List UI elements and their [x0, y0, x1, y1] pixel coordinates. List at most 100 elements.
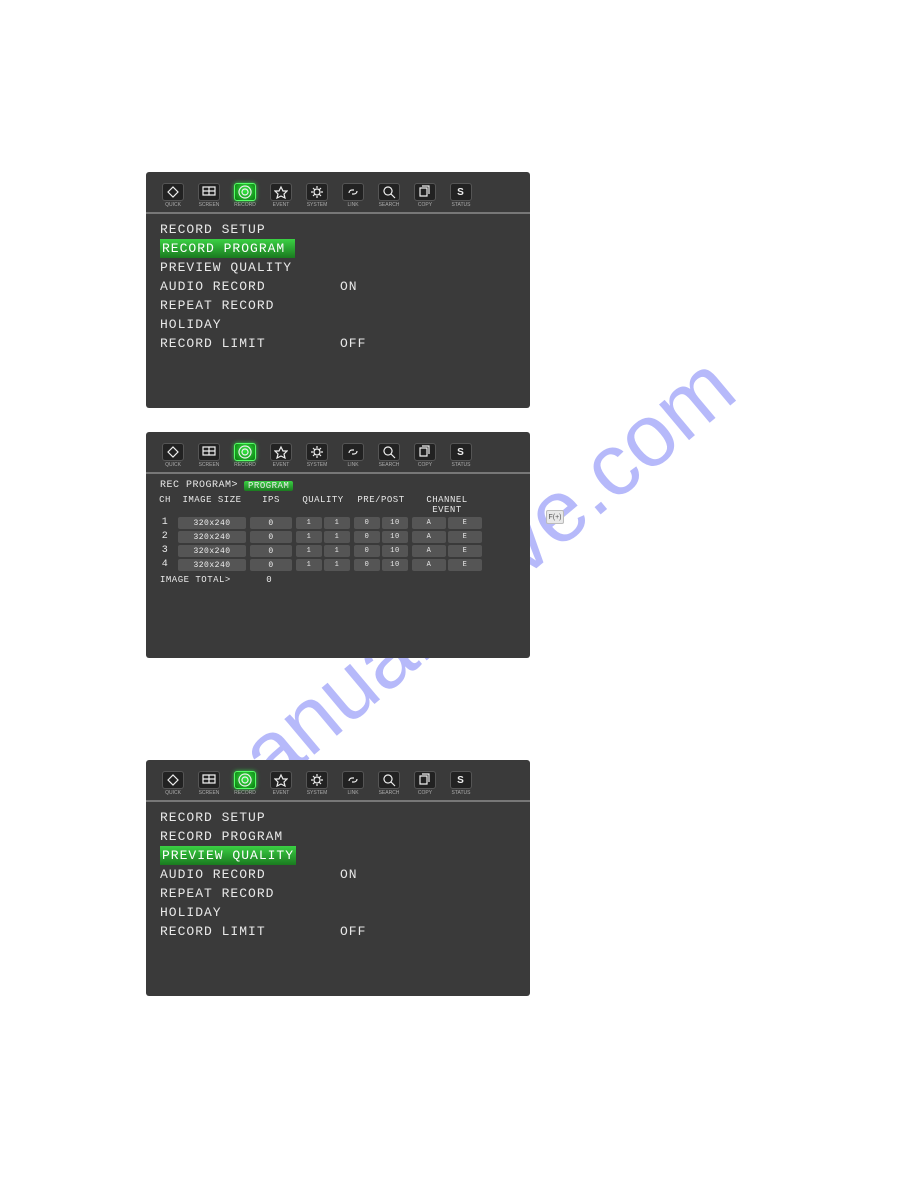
- toolbar-item-event[interactable]: EVENT: [266, 183, 296, 208]
- toolbar-item-copy[interactable]: COPY: [410, 771, 440, 796]
- toolbar-item-search[interactable]: SEARCH: [374, 771, 404, 796]
- rec-image-size[interactable]: 320x240: [178, 531, 246, 543]
- rec-channel-event[interactable]: AE: [412, 545, 482, 557]
- menu-label: REPEAT RECORD: [160, 296, 340, 315]
- toolbar-item-link[interactable]: LINK: [338, 183, 368, 208]
- menu-row-preview-quality[interactable]: PREVIEW QUALITY: [160, 258, 516, 277]
- menu-row-record-setup[interactable]: RECORD SETUP: [160, 220, 516, 239]
- toolbar-item-copy[interactable]: COPY: [410, 443, 440, 468]
- screen-icon: [198, 183, 220, 201]
- menu-body-1: RECORD SETUPRECORD PROGRAMPREVIEW QUALIT…: [146, 220, 530, 353]
- toolbar-item-system[interactable]: SYSTEM: [302, 443, 332, 468]
- menu-label: RECORD PROGRAM: [160, 239, 295, 258]
- toolbar-label: SEARCH: [379, 790, 400, 796]
- menu-row-record-setup[interactable]: RECORD SETUP: [160, 808, 516, 827]
- rec-ips[interactable]: 0: [250, 559, 292, 571]
- rec-ips[interactable]: 0: [250, 517, 292, 529]
- rec-row-ch2[interactable]: 2320x240011010AE: [156, 531, 520, 543]
- menu-value: OFF: [340, 922, 366, 941]
- toolbar-label: SEARCH: [379, 462, 400, 468]
- toolbar-label: EVENT: [273, 462, 290, 468]
- toolbar-item-status[interactable]: SSTATUS: [446, 183, 476, 208]
- menu-label: AUDIO RECORD: [160, 865, 340, 884]
- record-setup-panel-1: QUICKSCREEN RECORD EVENTSYSTEM LINK SEARCH CO…: [146, 172, 530, 408]
- rec-image-size[interactable]: 320x240: [178, 517, 246, 529]
- toolbar-item-quick[interactable]: QUICK: [158, 183, 188, 208]
- screen-icon: [198, 771, 220, 789]
- rec-program-badge[interactable]: PROGRAM: [244, 481, 293, 491]
- toolbar-label: STATUS: [452, 790, 471, 796]
- toolbar-item-record[interactable]: RECORD: [230, 771, 260, 796]
- menu-value: OFF: [340, 334, 366, 353]
- toolbar-item-status[interactable]: SSTATUS: [446, 443, 476, 468]
- rec-row-ch4[interactable]: 4320x240011010AE: [156, 559, 520, 571]
- menu-row-holiday[interactable]: HOLIDAY: [160, 315, 516, 334]
- toolbar-item-record[interactable]: RECORD: [230, 443, 260, 468]
- toolbar-item-search[interactable]: SEARCH: [374, 183, 404, 208]
- toolbar-item-system[interactable]: SYSTEM: [302, 771, 332, 796]
- toolbar-item-event[interactable]: EVENT: [266, 771, 296, 796]
- menu-label: RECORD SETUP: [160, 220, 340, 239]
- search-icon: [378, 183, 400, 201]
- rec-quality[interactable]: 11: [296, 545, 350, 557]
- toolbar: QUICKSCREEN RECORD EVENT SYSTEM LINK SEARCH CO…: [146, 760, 530, 802]
- status-icon: S: [450, 771, 472, 789]
- toolbar-item-screen[interactable]: SCREEN: [194, 771, 224, 796]
- rec-program-title: REC PROGRAM>: [160, 480, 238, 491]
- screen-icon: [198, 443, 220, 461]
- col-image-size: IMAGE SIZE: [178, 495, 246, 515]
- toolbar-item-quick[interactable]: QUICK: [158, 443, 188, 468]
- rec-image-size[interactable]: 320x240: [178, 545, 246, 557]
- rec-prepost[interactable]: 010: [354, 545, 408, 557]
- toolbar-item-link[interactable]: LINK: [338, 771, 368, 796]
- menu-row-record-program[interactable]: RECORD PROGRAM: [160, 239, 516, 258]
- rec-ch: 3: [156, 545, 174, 557]
- toolbar-item-screen[interactable]: SCREEN: [194, 443, 224, 468]
- toolbar-label: QUICK: [165, 462, 181, 468]
- toolbar-item-screen[interactable]: SCREEN: [194, 183, 224, 208]
- menu-row-audio-record[interactable]: AUDIO RECORDON: [160, 277, 516, 296]
- rec-ips[interactable]: 0: [250, 531, 292, 543]
- rec-prepost[interactable]: 010: [354, 559, 408, 571]
- toolbar-item-system[interactable]: SYSTEM: [302, 183, 332, 208]
- toolbar-label: STATUS: [452, 462, 471, 468]
- rec-ips[interactable]: 0: [250, 545, 292, 557]
- rec-row-ch3[interactable]: 3 320x240 0 11 010 AE: [156, 545, 520, 557]
- toolbar-item-search[interactable]: SEARCH: [374, 443, 404, 468]
- menu-row-preview-quality[interactable]: PREVIEW QUALITY: [160, 846, 516, 865]
- toolbar-label: SYSTEM: [307, 790, 328, 796]
- rec-prepost[interactable]: 010: [354, 531, 408, 543]
- rec-prepost[interactable]: 010: [354, 517, 408, 529]
- menu-row-audio-record[interactable]: AUDIO RECORDON: [160, 865, 516, 884]
- quick-icon: [162, 183, 184, 201]
- rec-channel-event[interactable]: AE: [412, 559, 482, 571]
- col-ch: CH: [156, 495, 174, 515]
- menu-row-record-program[interactable]: RECORD PROGRAM: [160, 827, 516, 846]
- toolbar-item-copy[interactable]: COPY: [410, 183, 440, 208]
- menu-row-holiday[interactable]: HOLIDAY: [160, 903, 516, 922]
- menu-row-record-limit[interactable]: RECORD LIMITOFF: [160, 334, 516, 353]
- menu-row-record-limit[interactable]: RECORD LIMITOFF: [160, 922, 516, 941]
- rec-quality[interactable]: 11: [296, 517, 350, 529]
- toolbar-label: RECORD: [234, 790, 256, 796]
- menu-value: ON: [340, 277, 358, 296]
- rec-channel-event[interactable]: AE: [412, 531, 482, 543]
- rec-row-ch1[interactable]: 1320x240011010AE: [156, 517, 520, 529]
- toolbar-label: COPY: [418, 462, 432, 468]
- toolbar-item-quick[interactable]: QUICK: [158, 771, 188, 796]
- toolbar-item-link[interactable]: LINK: [338, 443, 368, 468]
- toolbar-label: LINK: [347, 202, 358, 208]
- rec-channel-event[interactable]: AE: [412, 517, 482, 529]
- toolbar-label: COPY: [418, 202, 432, 208]
- rec-quality[interactable]: 11: [296, 531, 350, 543]
- toolbar-item-record[interactable]: RECORD: [230, 183, 260, 208]
- rec-quality[interactable]: 11: [296, 559, 350, 571]
- toolbar-item-event[interactable]: EVENT: [266, 443, 296, 468]
- menu-row-repeat-record[interactable]: REPEAT RECORD: [160, 296, 516, 315]
- toolbar-label: LINK: [347, 790, 358, 796]
- rec-image-size[interactable]: 320x240: [178, 559, 246, 571]
- toolbar-label: RECORD: [234, 202, 256, 208]
- menu-row-repeat-record[interactable]: REPEAT RECORD: [160, 884, 516, 903]
- toolbar-item-status[interactable]: SSTATUS: [446, 771, 476, 796]
- rec-program-panel: QUICK SCREENRECORD EVENT SYSTEMLINK SEARCH CO…: [146, 432, 530, 658]
